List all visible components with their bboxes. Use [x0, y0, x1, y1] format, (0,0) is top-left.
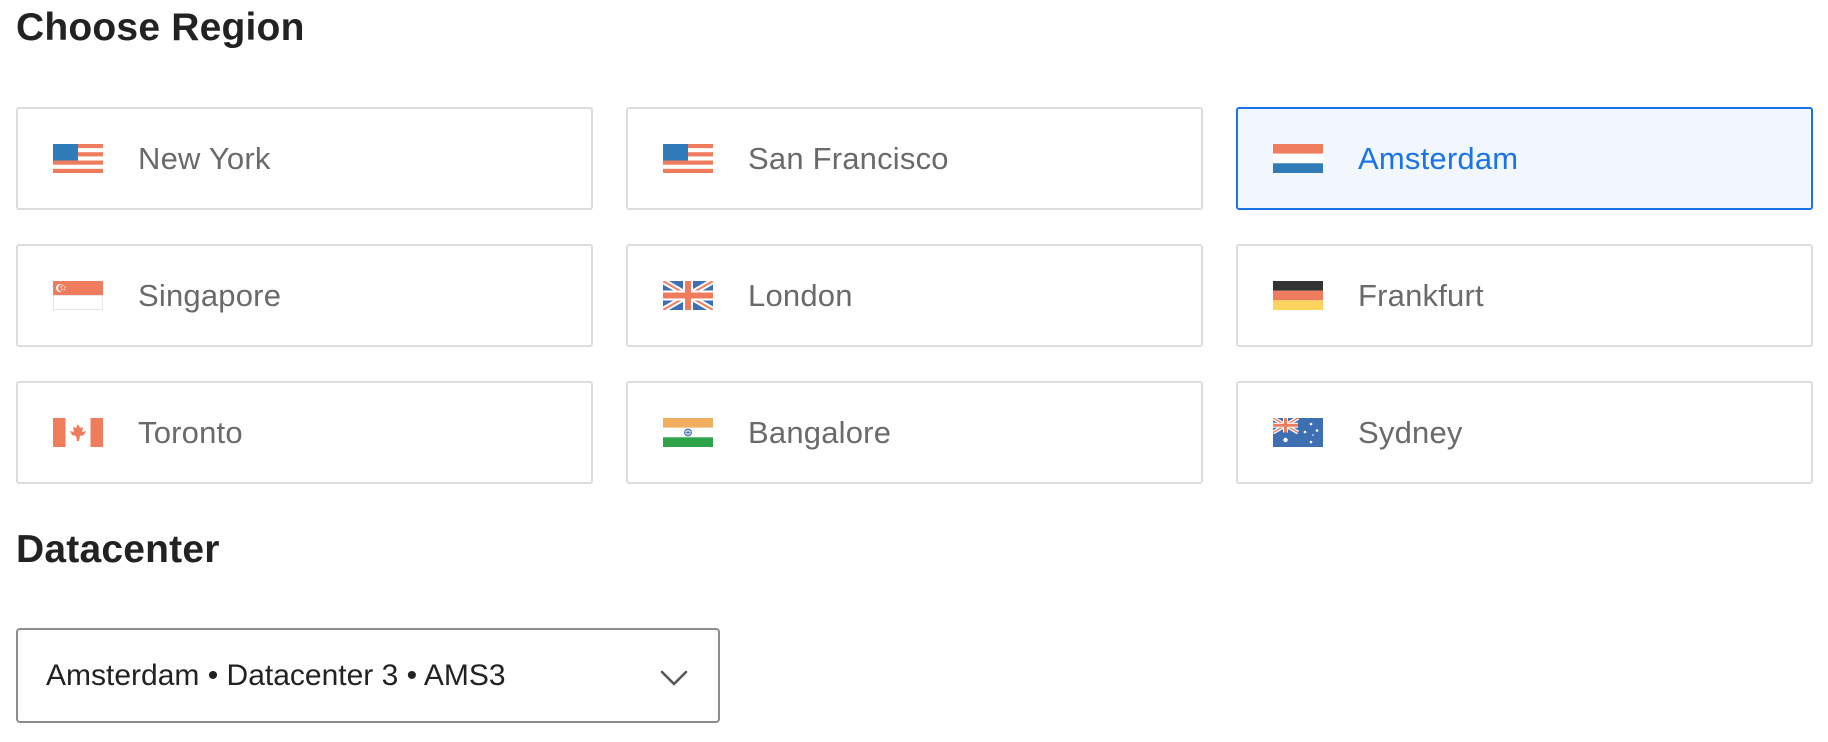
region-label: Toronto — [138, 414, 243, 450]
region-label: Sydney — [1358, 414, 1463, 450]
region-option-new-york[interactable]: New York — [16, 107, 593, 210]
region-option-amsterdam[interactable]: Amsterdam — [1236, 107, 1813, 210]
region-option-san-francisco[interactable]: San Francisco — [626, 107, 1203, 210]
datacenter-select[interactable]: Amsterdam • Datacenter 3 • AMS3 — [16, 628, 720, 723]
datacenter-heading: Datacenter — [16, 528, 220, 571]
australia-flag-icon — [1273, 418, 1323, 447]
region-label: Amsterdam — [1358, 140, 1519, 176]
uk-flag-icon — [663, 281, 713, 310]
choose-region-heading: Choose Region — [16, 6, 305, 49]
region-grid: New York San Francisco Amsterdam Singapo… — [16, 107, 1813, 484]
region-label: Bangalore — [748, 414, 892, 450]
region-option-london[interactable]: London — [626, 244, 1203, 347]
region-option-bangalore[interactable]: Bangalore — [626, 381, 1203, 484]
region-label: Singapore — [138, 277, 282, 313]
region-label: Frankfurt — [1358, 277, 1484, 313]
region-label: New York — [138, 140, 271, 176]
region-label: San Francisco — [748, 140, 949, 176]
us-flag-icon — [663, 144, 713, 173]
chevron-down-icon — [660, 665, 688, 687]
canada-flag-icon — [53, 418, 103, 447]
region-label: London — [748, 277, 853, 313]
region-option-toronto[interactable]: Toronto — [16, 381, 593, 484]
germany-flag-icon — [1273, 281, 1323, 310]
singapore-flag-icon — [53, 281, 103, 310]
netherlands-flag-icon — [1273, 144, 1323, 173]
us-flag-icon — [53, 144, 103, 173]
region-option-singapore[interactable]: Singapore — [16, 244, 593, 347]
india-flag-icon — [663, 418, 713, 447]
region-option-frankfurt[interactable]: Frankfurt — [1236, 244, 1813, 347]
datacenter-selected-value: Amsterdam • Datacenter 3 • AMS3 — [46, 658, 506, 692]
region-option-sydney[interactable]: Sydney — [1236, 381, 1813, 484]
